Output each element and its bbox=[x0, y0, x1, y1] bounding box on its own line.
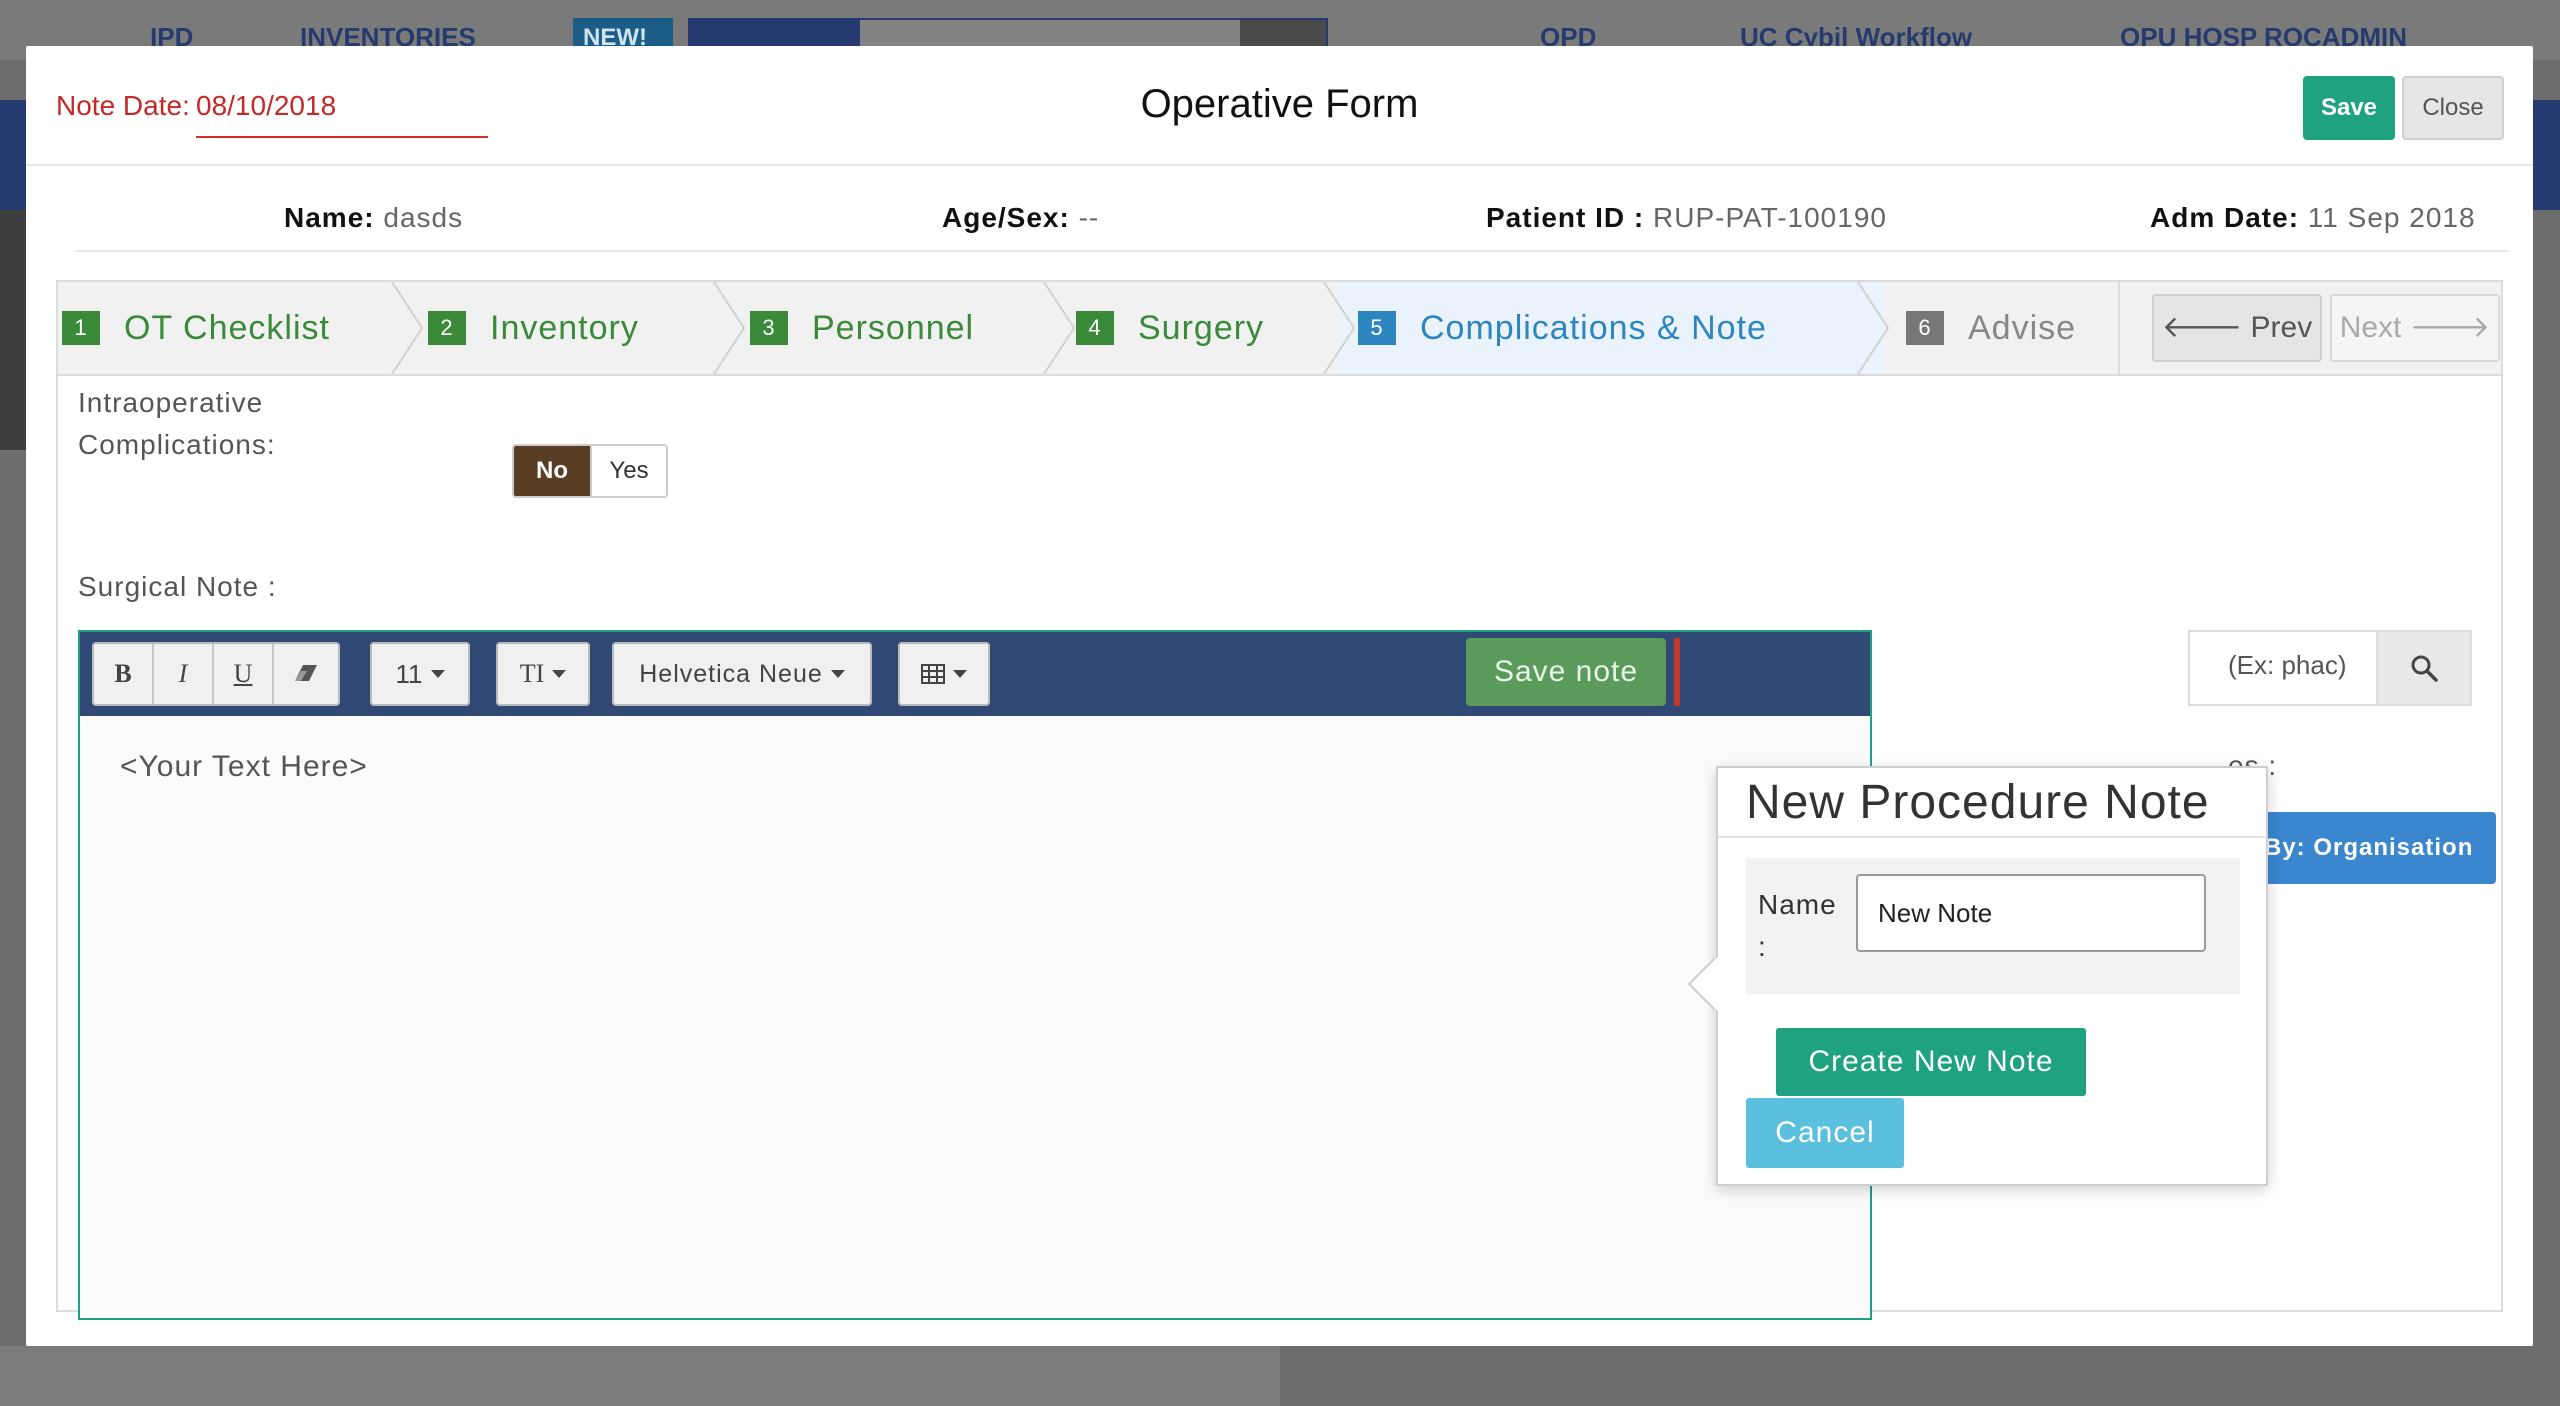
patient-name: Name: dasds bbox=[284, 202, 463, 234]
note-name-label-line1: Name bbox=[1758, 889, 1837, 920]
underline-button[interactable]: U bbox=[214, 644, 274, 704]
patient-id-value: RUP-PAT-100190 bbox=[1653, 202, 1887, 233]
toggle-yes[interactable]: Yes bbox=[590, 446, 666, 496]
format-button-group: B I U bbox=[92, 642, 340, 706]
background-footer bbox=[0, 1346, 1280, 1406]
chevron-down-icon bbox=[552, 670, 567, 678]
italic-button[interactable]: I bbox=[154, 644, 214, 704]
step-divider-icon bbox=[391, 282, 424, 374]
editor-toolbar: B I U 11 TI Helvetica Neue Save note bbox=[80, 632, 1870, 716]
step-label: OT Checklist bbox=[124, 308, 330, 347]
step-number: 4 bbox=[1076, 311, 1114, 345]
step-number: 5 bbox=[1358, 311, 1396, 345]
step-number: 3 bbox=[750, 311, 788, 345]
font-family-value: Helvetica Neue bbox=[614, 644, 870, 704]
step-number: 6 bbox=[1906, 311, 1944, 345]
font-family-text: Helvetica Neue bbox=[639, 659, 823, 688]
wizard-panel: 1 OT Checklist 2 Inventory 3 Personnel 4… bbox=[56, 280, 2503, 1320]
step-label: Inventory bbox=[490, 308, 639, 347]
step-label: Personnel bbox=[812, 308, 975, 347]
create-new-note-button[interactable]: Create New Note bbox=[1776, 1028, 2086, 1096]
close-button[interactable]: Close bbox=[2402, 76, 2504, 140]
eraser-icon bbox=[295, 665, 317, 681]
admission-date: Adm Date: 11 Sep 2018 bbox=[2150, 202, 2476, 234]
patient-agesex-label: Age/Sex: bbox=[942, 202, 1070, 233]
delete-note-button-edge[interactable] bbox=[1674, 638, 1680, 706]
modal-title: Operative Form bbox=[1140, 82, 1419, 126]
admission-date-value: 11 Sep 2018 bbox=[2307, 202, 2476, 233]
step-label: Surgery bbox=[1138, 308, 1265, 347]
patient-id: Patient ID : RUP-PAT-100190 bbox=[1486, 202, 1887, 234]
note-name-label-line2: : bbox=[1758, 931, 1767, 962]
patient-agesex-value: -- bbox=[1078, 202, 1100, 233]
patient-info-row: Name: dasds Age/Sex: -- Patient ID : RUP… bbox=[76, 192, 2508, 252]
chevron-down-icon bbox=[953, 670, 967, 678]
note-name-label: Name : bbox=[1758, 884, 1837, 968]
step-divider-icon bbox=[1323, 282, 1356, 374]
editor-content[interactable]: <Your Text Here> bbox=[120, 750, 368, 784]
template-search-placeholder: (Ex: phac) bbox=[2228, 650, 2347, 680]
text-style-value: TI bbox=[498, 644, 588, 704]
template-search-button[interactable] bbox=[2376, 630, 2472, 706]
font-size-value: 11 bbox=[372, 644, 468, 704]
step-ot-checklist[interactable]: 1 OT Checklist bbox=[58, 282, 398, 374]
complications-label-line2: Complications: bbox=[78, 429, 276, 460]
text-style-dropdown[interactable]: TI bbox=[496, 642, 590, 706]
admission-date-label: Adm Date: bbox=[2150, 202, 2300, 233]
eraser-button[interactable] bbox=[274, 644, 338, 704]
operative-form-modal: Note Date: 08/10/2018 Operative Form Sav… bbox=[26, 46, 2533, 1346]
text-style-text: TI bbox=[519, 659, 545, 688]
save-button[interactable]: Save bbox=[2303, 76, 2395, 140]
complications-toggle: No Yes bbox=[512, 444, 668, 498]
rich-text-editor: B I U 11 TI Helvetica Neue Save note <Yo… bbox=[78, 630, 1872, 1320]
step-number: 2 bbox=[428, 311, 466, 345]
patient-id-label: Patient ID : bbox=[1486, 202, 1645, 233]
table-icon bbox=[921, 664, 945, 684]
complications-label-line1: Intraoperative bbox=[78, 387, 264, 418]
patient-name-value: dasds bbox=[383, 202, 464, 233]
patient-name-label: Name: bbox=[284, 202, 375, 233]
step-inventory[interactable]: 2 Inventory bbox=[428, 282, 738, 374]
cancel-button[interactable]: Cancel bbox=[1746, 1098, 1904, 1168]
font-size-text: 11 bbox=[395, 658, 423, 689]
step-advise[interactable]: 6 Advise bbox=[1906, 282, 2146, 374]
new-procedure-note-popover: New Procedure Note Name : Create New Not… bbox=[1687, 766, 2268, 1186]
step-number: 1 bbox=[62, 311, 100, 345]
next-button[interactable]: Next 🡒 bbox=[2330, 294, 2500, 362]
steps-separator bbox=[2118, 282, 2120, 374]
modal-header: Note Date: 08/10/2018 Operative Form Sav… bbox=[26, 46, 2533, 166]
patient-agesex: Age/Sex: -- bbox=[942, 202, 1099, 234]
table-dropdown[interactable] bbox=[898, 642, 990, 706]
search-icon bbox=[2411, 655, 2438, 682]
font-size-dropdown[interactable]: 11 bbox=[370, 642, 470, 706]
step-complications-note[interactable]: 5 Complications & Note bbox=[1336, 282, 1884, 374]
step-divider-icon bbox=[1854, 282, 1890, 374]
step-divider-icon bbox=[713, 282, 746, 374]
popover-form: Name : bbox=[1746, 858, 2240, 994]
step-label: Complications & Note bbox=[1420, 308, 1767, 347]
bold-button[interactable]: B bbox=[94, 644, 154, 704]
save-note-button[interactable]: Save note bbox=[1466, 638, 1666, 706]
popover-title: New Procedure Note bbox=[1718, 768, 2266, 838]
wizard-steps: 1 OT Checklist 2 Inventory 3 Personnel 4… bbox=[58, 282, 2501, 376]
prev-button[interactable]: 🡐 Prev bbox=[2152, 294, 2322, 362]
note-name-input[interactable] bbox=[1856, 874, 2206, 952]
background-sidebar bbox=[0, 210, 26, 450]
font-family-dropdown[interactable]: Helvetica Neue bbox=[612, 642, 872, 706]
toggle-no[interactable]: No bbox=[514, 446, 590, 496]
step-divider-icon bbox=[1043, 282, 1076, 374]
chevron-down-icon bbox=[830, 670, 845, 678]
step-label: Advise bbox=[1968, 308, 2077, 347]
step-personnel[interactable]: 3 Personnel bbox=[750, 282, 1060, 374]
surgical-note-label: Surgical Note : bbox=[78, 571, 277, 602]
table-button bbox=[900, 644, 988, 704]
complications-label: Intraoperative Complications: bbox=[78, 382, 276, 466]
chevron-down-icon bbox=[430, 670, 445, 678]
step-surgery[interactable]: 4 Surgery bbox=[1076, 282, 1356, 374]
